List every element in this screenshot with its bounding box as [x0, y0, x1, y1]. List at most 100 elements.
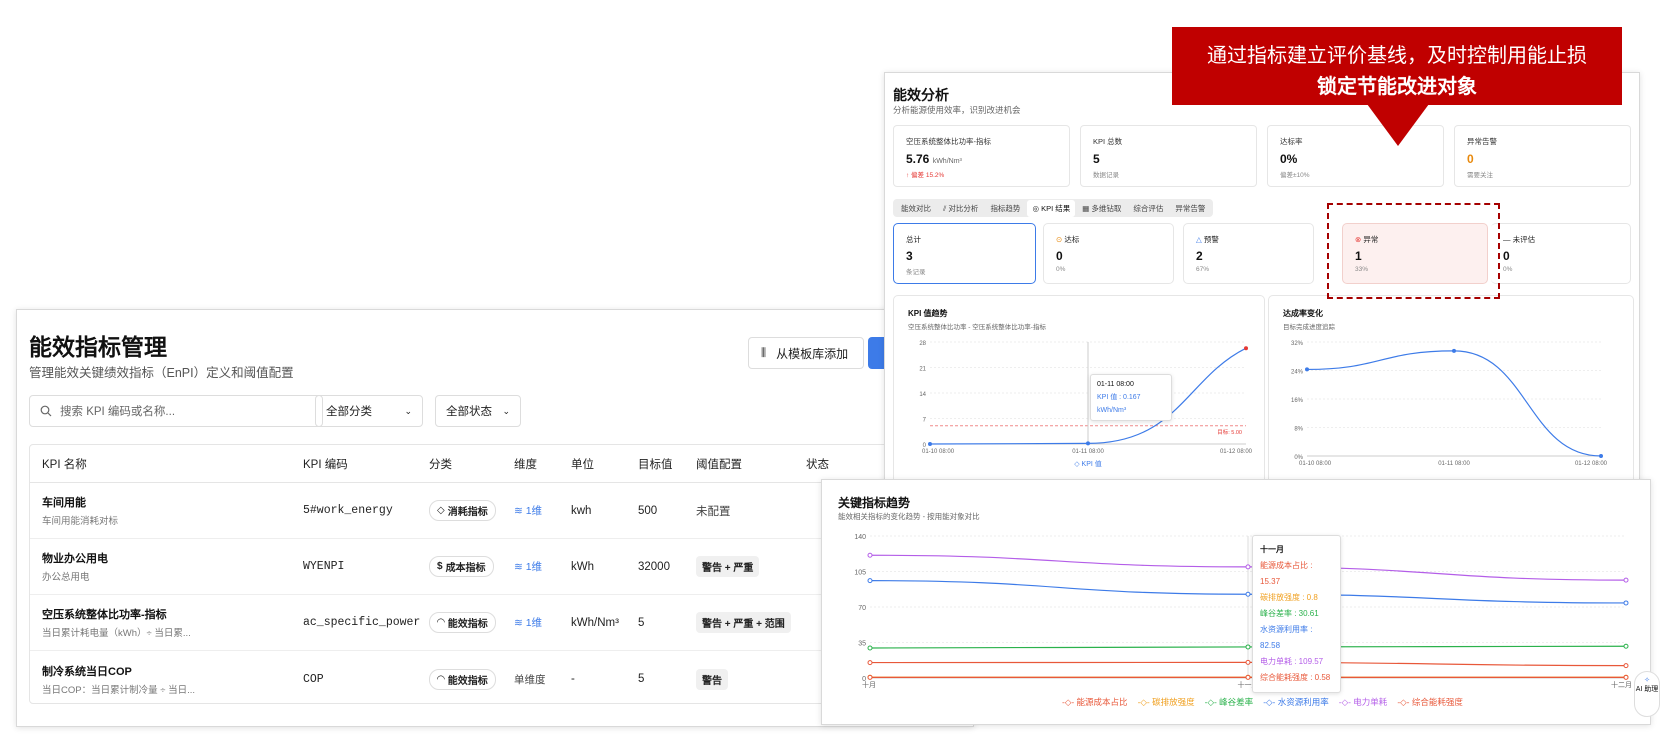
result-label: 总计 [906, 235, 921, 244]
unit: - [571, 673, 575, 685]
key-indicator-chart[interactable]: 03570105140十月 十一月 十二月 [822, 480, 1652, 726]
page-subtitle: 管理能效关键绩效指标（EnPI）定义和阈值配置 [29, 366, 294, 380]
result-card-pass[interactable]: ⊙ 达标 0 0% [1043, 223, 1174, 284]
layers-icon: ≋ [514, 561, 526, 573]
search-input[interactable]: 搜索 KPI 编码或名称... [29, 395, 323, 427]
legend-item[interactable]: -◇- 峰谷差率 [1205, 696, 1254, 708]
kpi-trend-chart[interactable]: 0714212801-10 08:00 01-11 08:00 01-12 08:0… [894, 296, 1266, 490]
check-circle-icon: ⊙ [1056, 235, 1063, 244]
stat-value: 5.76 kWh/Nm³ [906, 152, 1057, 166]
threshold-badge: 警告 + 严重 + 范围 [696, 612, 791, 633]
table-header: KPI 名称 KPI 编码 分类 维度 单位 目标值 阈值配置 状态 [30, 445, 976, 483]
kpi-name: 物业办公用电 [42, 553, 108, 565]
legend-item[interactable]: -◇- 电力单耗 [1339, 696, 1388, 708]
dimension-link[interactable]: ≋ 1维 [514, 539, 542, 594]
chevron-down-icon: ⌄ [502, 405, 510, 416]
rate-series-line [1306, 350, 1602, 457]
stat-note: ↑ 偏差 15.2% [906, 172, 945, 179]
kpi-code: 5#work_energy [303, 504, 393, 517]
legend-item[interactable]: -◇- 综合能耗强度 [1397, 696, 1463, 708]
legend-item[interactable]: -◇- 能源成本占比 [1062, 696, 1128, 708]
add-from-template-button[interactable]: ⫼ 从模板库添加 [748, 337, 864, 369]
x-tick-label: 01-10 08:00 [1299, 461, 1332, 467]
tab-drilldown[interactable]: ▦ 多维钻取 [1077, 200, 1126, 217]
y-tick-label: 35 [858, 641, 866, 648]
result-card-warning[interactable]: △ 预警 2 67% [1183, 223, 1314, 284]
legend-item[interactable]: -◇- 水资源利用率 [1263, 696, 1329, 708]
y-tick-label: 16% [1291, 398, 1304, 404]
analysis-tabs: 能效对比 ⫽ 对比分析 指标趋势 ◎ KPI 结果 ▦ 多维钻取 综合评估 异常… [893, 199, 1214, 217]
trend-legend: -◇- 能源成本占比 -◇- 碳排放强度 -◇- 峰谷差率 -◇- 水资源利用率 -◇-… [1062, 696, 1463, 708]
result-value: 3 [906, 249, 913, 263]
dimension-link[interactable]: ≋ 1维 [514, 483, 542, 538]
dimension-label: 1维 [525, 561, 543, 573]
tab-kpi-result[interactable]: ◎ KPI 结果 [1027, 199, 1076, 217]
y-tick-label: 32% [1291, 341, 1304, 347]
result-note: 0% [1503, 266, 1513, 273]
stat-number: 0% [1280, 152, 1298, 166]
stat-number: 0 [1467, 152, 1474, 166]
kpi-tooltip-value: KPI 值 : 0.167 kWh/Nm³ [1097, 394, 1141, 414]
tooltip-item: 水资源利用率 : 82.58 [1260, 625, 1313, 650]
stat-note: 数据记录 [1093, 172, 1119, 179]
kpi-point [1244, 346, 1248, 351]
result-note: 条记录 [906, 269, 926, 276]
y-tick-label: 24% [1291, 370, 1304, 376]
tab-indicator-trend[interactable]: 指标趋势 [985, 200, 1025, 217]
result-value: 0 [1056, 249, 1063, 263]
tab-overall-eval[interactable]: 综合评估 [1128, 200, 1168, 217]
status-filter-select[interactable]: 全部状态 ⌄ [435, 395, 521, 427]
x-tick-label: 01-12 08:00 [1575, 461, 1608, 467]
dimension-link[interactable]: ≋ 1维 [514, 595, 542, 650]
result-value: 2 [1196, 249, 1203, 263]
trend-tooltip: 十一月 能源成本占比 : 15.37 碳排放强度 : 0.8 峰谷差率 : 30.6… [1252, 535, 1341, 693]
x-tick-label: 01-11 08:00 [1438, 461, 1470, 467]
tab-compare-analysis[interactable]: ⫽ 对比分析 [938, 200, 983, 217]
series-point [1245, 591, 1251, 597]
category-label: 能效指标 [447, 619, 488, 630]
tab-anomaly-alert[interactable]: 异常告警 [1170, 200, 1210, 217]
tab-energy-compare[interactable]: 能效对比 [896, 200, 936, 217]
dimension-label: 单维度 [514, 673, 546, 686]
kpi-code: ac_specific_power [303, 616, 421, 629]
result-card-unevaluated[interactable]: — 未评估 0 0% [1491, 223, 1631, 284]
series-point [867, 674, 873, 680]
series-point [1245, 644, 1251, 650]
kpi-code: COP [303, 672, 324, 686]
threshold-config: 未配置 [696, 505, 731, 518]
result-label: 预警 [1203, 235, 1219, 244]
ai-assistant-label: AI 助理 [1635, 686, 1659, 693]
x-tick-label: 01-11 08:00 [1072, 449, 1104, 455]
kpi-trend-chart-card: KPI 值趋势 空压系统整体比功率 - 空压系统整体比功率-指标 0 7 14 21 2… [893, 295, 1265, 489]
series-point [1623, 600, 1629, 606]
col-status: 状态 [806, 458, 829, 471]
category-badge: ◠ 能效指标 [429, 612, 496, 633]
legend-item[interactable]: -◇- 碳排放强度 [1138, 696, 1195, 708]
result-label: 达标 [1064, 235, 1080, 244]
stat-label: 空压系统整体比功率-指标 [906, 137, 991, 146]
result-note: 0% [1056, 266, 1066, 273]
series-point [1623, 643, 1629, 649]
x-tick-label: 01-12 08:00 [1220, 449, 1253, 455]
stat-card: 空压系统整体比功率-指标 5.76 kWh/Nm³ ↑ 偏差 15.2% [893, 125, 1070, 187]
series-point [867, 552, 873, 558]
category-icon: ◠ [437, 617, 445, 628]
rate-point [1305, 367, 1309, 372]
series-point [1623, 577, 1629, 583]
stat-note: 偏差±10% [1280, 172, 1310, 179]
kpi-desc: 办公总用电 [42, 572, 90, 583]
tooltip-item: 碳排放强度 : 0.8 [1260, 593, 1318, 602]
layers-icon: ≋ [514, 617, 526, 629]
series-point [1245, 674, 1251, 680]
rate-chart[interactable]: 0%8%16%24%32%01-10 08:00 01-11 08:00 01-12… [1269, 296, 1635, 490]
stat-card: KPI 总数 5 数据记录 [1080, 125, 1257, 187]
dimension-label: 1维 [525, 617, 543, 629]
y-tick-label: 70 [858, 605, 866, 612]
kpi-code: WYENPI [303, 560, 345, 573]
stat-label: 异常告警 [1467, 137, 1497, 146]
ai-assistant-button[interactable]: ✧ AI 助理 [1634, 671, 1660, 717]
result-card-total[interactable]: 总计 3 条记录 [893, 223, 1036, 284]
chevron-down-icon: ⌄ [404, 405, 412, 416]
target-value: 5 [638, 673, 645, 685]
category-filter-select[interactable]: 全部分类 ⌄ [315, 395, 423, 427]
